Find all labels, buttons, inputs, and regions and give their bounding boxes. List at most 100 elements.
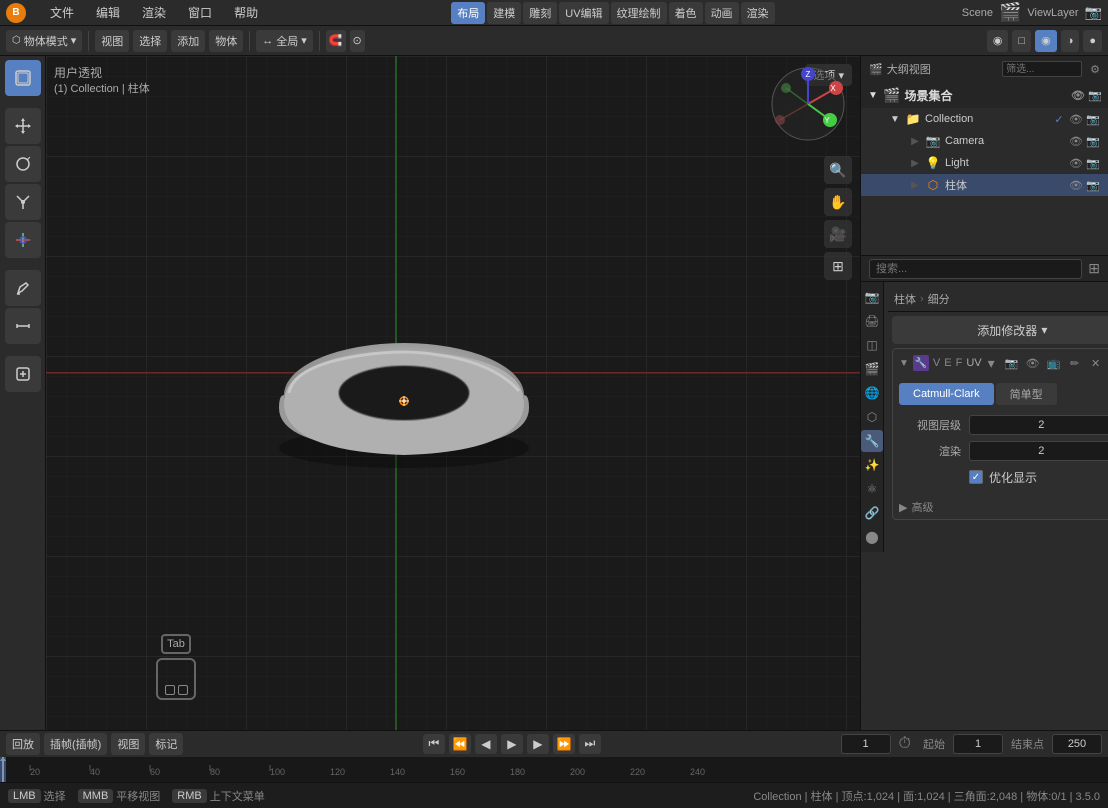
camera-eye-icon[interactable]: 👁 <box>1069 134 1083 148</box>
prop-modifier-icon-btn active[interactable]: 🔧 <box>861 430 883 452</box>
jump-fwd-btn[interactable]: ⏩ <box>553 734 575 754</box>
light-render-icon[interactable]: 📷 <box>1086 156 1100 170</box>
collection-expand-arrow[interactable]: ▼ <box>889 113 901 125</box>
cylinder-render-icon[interactable]: 📷 <box>1086 178 1100 192</box>
cylinder-eye-icon[interactable]: 👁 <box>1069 178 1083 192</box>
workspace-tab-sculpt[interactable]: 雕刻 <box>523 2 557 24</box>
prop-object-icon-btn[interactable]: ⬡ <box>861 406 883 428</box>
view-menu-btn[interactable]: 视图 <box>95 30 129 52</box>
advanced-section[interactable]: ▶ 高级 <box>893 495 1108 519</box>
jump-end-btn[interactable]: ⏭ <box>579 734 601 754</box>
play-btn[interactable]: ▶ <box>501 734 523 754</box>
mod-close-icon[interactable]: ✕ <box>1087 354 1105 372</box>
prop-world-icon-btn[interactable]: 🌐 <box>861 382 883 404</box>
camera-render-icon[interactable]: 📷 <box>1086 134 1100 148</box>
add-modifier-btn[interactable]: 添加修改器 ▾ <box>892 316 1108 344</box>
end-frame-display[interactable]: 250 <box>1052 734 1102 754</box>
mod-filter-uv-icon[interactable]: UV <box>966 357 981 369</box>
viewport-overlay-btn[interactable]: ◉ <box>987 30 1009 52</box>
tab-catmull-clark[interactable]: Catmull-Clark <box>899 383 994 405</box>
mod-viewport-icon[interactable]: 📺 <box>1045 354 1063 372</box>
jump-start-btn[interactable]: ⏮ <box>423 734 445 754</box>
camera-expand-arrow[interactable]: ▶ <box>909 135 921 147</box>
prop-physics-icon-btn[interactable]: ⚛ <box>861 478 883 500</box>
prop-particles-icon-btn[interactable]: ✨ <box>861 454 883 476</box>
scene-eye-icon[interactable]: 👁 <box>1071 88 1085 102</box>
viewport-3d[interactable]: 用户透视 (1) Collection | 柱体 选项 ▾ X Y Z <box>46 56 860 730</box>
mod-render-icon[interactable]: 👁 <box>1024 354 1042 372</box>
collection-render-icon[interactable]: 📷 <box>1086 112 1100 126</box>
menu-edit[interactable]: 编辑 <box>90 2 126 23</box>
zoom-in-btn[interactable]: 🔍 <box>824 156 852 184</box>
start-frame-display[interactable]: 1 <box>953 734 1003 754</box>
light-row[interactable]: ▶ 💡 Light 👁 📷 <box>861 152 1108 174</box>
tool-annotate[interactable] <box>5 270 41 306</box>
camera-btn[interactable]: 🎥 <box>824 220 852 248</box>
menu-window[interactable]: 窗口 <box>182 2 218 23</box>
workspace-tab-uv[interactable]: UV编辑 <box>559 2 608 24</box>
prop-material-icon-btn[interactable]: ⬤ <box>861 526 883 548</box>
timeline-scrubber[interactable]: 20 40 60 80 100 120 140 160 180 200 220 … <box>0 757 1108 783</box>
cylinder-row[interactable]: ▶ ⬡ 柱体 👁 📷 <box>861 174 1108 196</box>
collection-eye-icon[interactable]: 👁 <box>1069 112 1083 126</box>
properties-search[interactable] <box>869 259 1082 279</box>
view-menu-timeline-btn[interactable]: 视图 <box>111 733 145 755</box>
mod-filter-edge-icon[interactable]: E <box>944 357 951 369</box>
menu-file[interactable]: 文件 <box>44 2 80 23</box>
add-menu-btn[interactable]: 添加 <box>171 30 205 52</box>
tool-scale[interactable] <box>5 184 41 220</box>
mod-expand-icon[interactable]: ▾ <box>988 355 995 372</box>
menu-render[interactable]: 渲染 <box>136 2 172 23</box>
jump-back-btn[interactable]: ⏪ <box>449 734 471 754</box>
prop-constraints-icon-btn[interactable]: 🔗 <box>861 502 883 524</box>
step-back-btn[interactable]: ◀ <box>475 734 497 754</box>
workspace-tab-modeling[interactable]: 建模 <box>487 2 521 24</box>
mod-filter-vert-icon[interactable]: V <box>933 357 940 369</box>
workspace-tab-layout[interactable]: 布局 <box>451 2 485 24</box>
outliner-filter-icon[interactable]: ⚙ <box>1090 63 1100 76</box>
navigation-gizmo[interactable]: X Y Z <box>768 64 848 144</box>
outliner-search[interactable] <box>1002 61 1082 77</box>
light-eye-icon[interactable]: 👁 <box>1069 156 1083 170</box>
viewport-shading-wire[interactable]: □ <box>1012 30 1031 52</box>
proportional-btn[interactable]: ⊙ <box>350 30 365 52</box>
workspace-tab-texture[interactable]: 纹理绘制 <box>611 2 667 24</box>
tool-select[interactable] <box>5 60 41 96</box>
global-btn[interactable]: ↔ 全局 ▾ <box>256 30 313 52</box>
workspace-tab-shading[interactable]: 着色 <box>669 2 703 24</box>
render-value-field[interactable]: 2 <box>969 441 1108 461</box>
levels-value-field[interactable]: 2 <box>969 415 1108 435</box>
workspace-tab-rendering[interactable]: 渲染 <box>741 2 775 24</box>
prop-scene-icon-btn[interactable]: 🎬 <box>861 358 883 380</box>
optimize-checkbox[interactable]: ✓ <box>969 470 983 484</box>
viewport-shading-render[interactable]: ● <box>1083 30 1102 52</box>
tool-add-object[interactable] <box>5 356 41 392</box>
playback-menu-btn[interactable]: 回放 <box>6 733 40 755</box>
mode-select-btn[interactable]: ⬡ 物体模式 ▾ <box>6 30 82 52</box>
tab-simple[interactable]: 简单型 <box>996 383 1057 405</box>
mark-menu-btn[interactable]: 标记 <box>149 733 183 755</box>
viewport-shading-solid[interactable]: ◉ <box>1035 30 1057 52</box>
prop-output-icon-btn[interactable]: 🖨 <box>861 310 883 332</box>
scene-render-icon[interactable]: 📷 <box>1088 88 1102 102</box>
snap-btn[interactable]: 🧲 <box>326 30 346 52</box>
collection-row[interactable]: ▼ 📁 Collection ✓ 👁 📷 <box>861 108 1108 130</box>
tool-measure[interactable] <box>5 308 41 344</box>
grid-toggle-btn[interactable]: ⊞ <box>824 252 852 280</box>
camera-row[interactable]: ▶ 📷 Camera 👁 📷 <box>861 130 1108 152</box>
current-frame-display[interactable]: 1 <box>841 734 891 754</box>
select-menu-btn[interactable]: 选择 <box>133 30 167 52</box>
interpolation-menu-btn[interactable]: 插帧(插帧) <box>44 733 107 755</box>
step-fwd-btn[interactable]: ▶ <box>527 734 549 754</box>
viewport-shading-material[interactable]: ◑ <box>1061 30 1080 52</box>
mod-toggle-btn[interactable]: ▼ <box>899 358 909 369</box>
collection-check-icon[interactable]: ✓ <box>1052 112 1066 126</box>
tool-rotate[interactable] <box>5 146 41 182</box>
light-expand-arrow[interactable]: ▶ <box>909 157 921 169</box>
object-menu-btn[interactable]: 物体 <box>209 30 243 52</box>
tool-move[interactable] <box>5 108 41 144</box>
mod-filter-face-icon[interactable]: F <box>956 357 963 369</box>
cylinder-expand-arrow[interactable]: ▶ <box>909 179 921 191</box>
prop-view-icon-btn[interactable]: ◫ <box>861 334 883 356</box>
properties-expand-btn[interactable]: ⊞ <box>1088 260 1100 277</box>
